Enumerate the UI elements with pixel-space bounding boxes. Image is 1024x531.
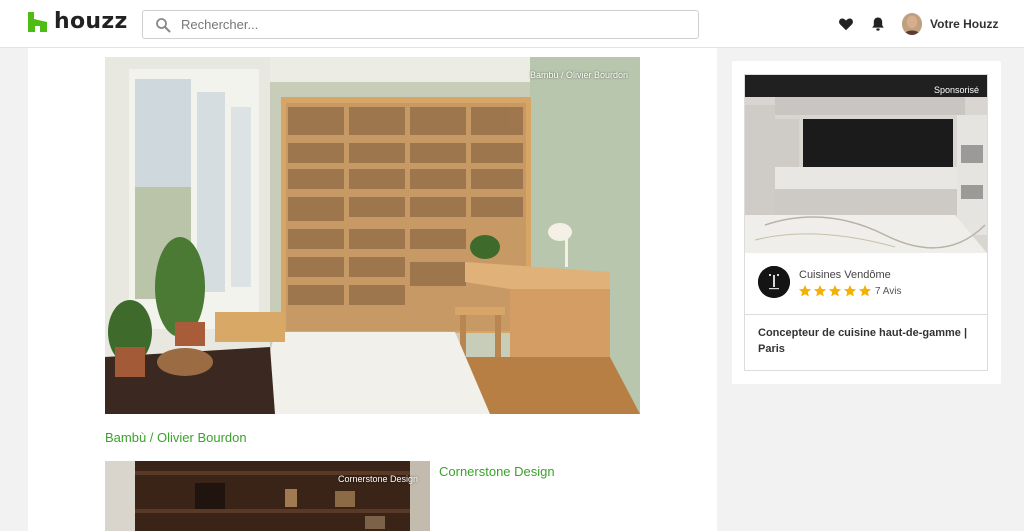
search-input[interactable]: [181, 11, 691, 38]
sponsored-brand: Cuisines Vendôme 7 Avis: [745, 253, 987, 315]
bell-icon[interactable]: [870, 16, 886, 32]
search-bar: [142, 10, 699, 39]
heart-icon[interactable]: [838, 16, 854, 32]
sponsored-description[interactable]: Concepteur de cuisine haut-de-gamme | Pa…: [758, 325, 978, 357]
top-header: houzz Votre Houzz: [0, 0, 1024, 48]
sponsored-photo[interactable]: Sponsorisé: [745, 75, 987, 253]
search-icon: [156, 18, 171, 33]
professional-link[interactable]: Bambù / Olivier Bourdon: [105, 430, 247, 445]
avatar[interactable]: [902, 13, 922, 35]
star-rating: [798, 284, 873, 298]
wood-shelving-image: [105, 461, 430, 531]
project-photo-1[interactable]: Bambù / Olivier Bourdon: [105, 57, 640, 414]
houzz-logo-text: houzz: [54, 9, 128, 34]
review-count[interactable]: 7 Avis: [875, 286, 902, 297]
star-icon: [828, 285, 842, 297]
brand-logo-icon: [758, 266, 790, 298]
star-icon: [813, 285, 827, 297]
star-icon: [798, 285, 812, 297]
kitchen-image: [745, 75, 987, 253]
user-photo-icon: [902, 13, 922, 35]
brand-logo[interactable]: [758, 266, 790, 298]
photo-credit: Bambù / Olivier Bourdon: [529, 70, 628, 80]
project-photo-2[interactable]: Cornerstone Design: [105, 461, 430, 531]
sponsored-label: Sponsorisé: [933, 85, 979, 95]
brand-name[interactable]: Cuisines Vendôme: [799, 269, 891, 281]
star-icon: [843, 285, 857, 297]
houzz-logo[interactable]: houzz: [28, 10, 128, 34]
professional-link[interactable]: Cornerstone Design: [439, 464, 555, 479]
sponsored-card-inner: Sponsorisé Cuisines Vendôme 7 Avis Conce…: [744, 74, 988, 371]
user-menu-label[interactable]: Votre Houzz: [930, 17, 998, 31]
star-icon: [858, 285, 872, 297]
photo-credit: Cornerstone Design: [337, 474, 418, 484]
bookshelf-room-image: [105, 57, 640, 414]
sponsored-card[interactable]: Sponsorisé Cuisines Vendôme 7 Avis Conce…: [732, 61, 1001, 384]
houzz-logo-icon: [28, 12, 47, 32]
